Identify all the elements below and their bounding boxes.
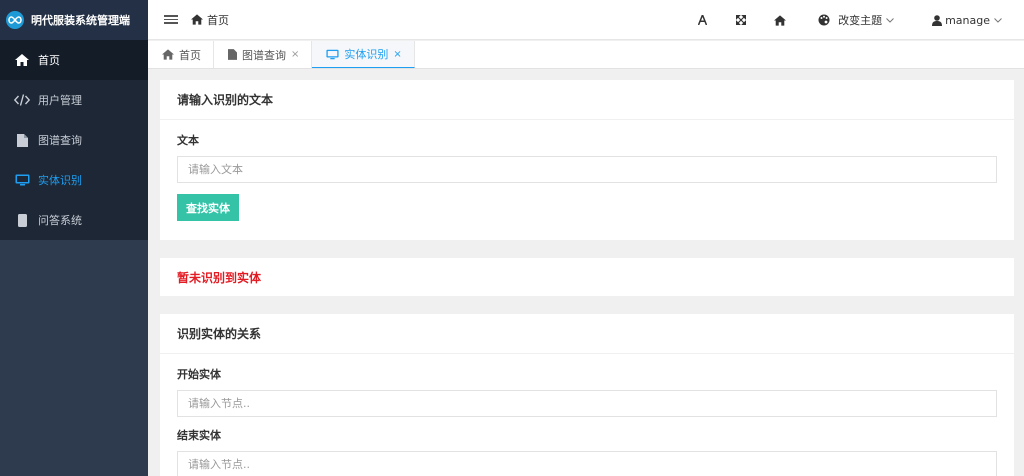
result-card: 暂未识别到实体 (160, 258, 1014, 296)
chevron-down-icon (886, 17, 894, 23)
sidebar-item-label: 图谱查询 (38, 134, 82, 147)
sidebar-menu: 首页 用户管理 图谱查询 实体识别 问答系统 (0, 40, 148, 240)
sidebar-item-qa[interactable]: 问答系统 (0, 200, 148, 240)
logo-icon (6, 11, 24, 29)
fullscreen-icon (736, 15, 747, 25)
home-icon (774, 14, 787, 26)
relation-card: 识别实体的关系 开始实体 结束实体 (160, 314, 1014, 476)
tab-label: 首页 (179, 48, 201, 62)
card-title: 请输入识别的文本 (160, 80, 1014, 120)
menu-toggle-icon[interactable] (164, 13, 178, 26)
home-icon (14, 52, 30, 68)
breadcrumb-label: 首页 (207, 13, 229, 27)
tab-graph-query[interactable]: 图谱查询 × (214, 41, 313, 68)
text-input[interactable] (177, 156, 997, 183)
sidebar-background (0, 240, 148, 476)
user-icon (932, 14, 943, 26)
sidebar-item-label: 实体识别 (38, 174, 82, 187)
app-title: 明代服装系统管理端 (31, 14, 130, 27)
entity-input-card: 请输入识别的文本 文本 查找实体 (160, 80, 1014, 240)
user-label: manage (945, 13, 990, 27)
breadcrumb[interactable]: 首页 (191, 12, 229, 28)
change-theme-button[interactable]: 改变主题 (818, 12, 894, 28)
end-entity-input[interactable] (177, 451, 997, 476)
card-title: 识别实体的关系 (160, 314, 1014, 354)
start-entity-label: 开始实体 (177, 368, 221, 381)
sidebar-item-home[interactable]: 首页 (0, 40, 148, 80)
file-icon (14, 132, 30, 148)
sidebar: 明代服装系统管理端 首页 用户管理 图谱查询 实体识别 问答系统 (0, 0, 148, 476)
file-icon (228, 49, 237, 60)
home-icon (162, 49, 174, 60)
monitor-icon (14, 172, 30, 188)
tab-bar: 首页 图谱查询 × 实体识别 × (148, 41, 1024, 69)
mobile-icon (14, 212, 30, 228)
chevron-down-icon (994, 17, 1002, 23)
tab-label: 图谱查询 (242, 48, 286, 62)
monitor-icon (326, 49, 339, 60)
user-menu-button[interactable]: manage (932, 14, 1002, 27)
font-icon (698, 15, 708, 25)
sidebar-item-label: 问答系统 (38, 214, 82, 227)
header-actions: 改变主题 manage (698, 0, 1024, 40)
sidebar-item-label: 首页 (38, 54, 60, 67)
theme-label: 改变主题 (838, 14, 883, 27)
no-entity-message: 暂未识别到实体 (177, 270, 262, 285)
sidebar-item-label: 用户管理 (38, 94, 82, 107)
close-icon[interactable]: × (393, 49, 401, 60)
tab-home[interactable]: 首页 (148, 41, 214, 68)
font-size-button[interactable] (698, 15, 708, 25)
top-header: 首页 改变主题 manage (148, 0, 1024, 40)
tab-label: 实体识别 (344, 48, 389, 61)
text-field-label: 文本 (177, 134, 199, 147)
home-icon (191, 14, 203, 25)
close-icon[interactable]: × (291, 49, 299, 60)
sidebar-item-graph[interactable]: 图谱查询 (0, 120, 148, 160)
sidebar-item-entity[interactable]: 实体识别 (0, 160, 148, 200)
tab-entity-recognition[interactable]: 实体识别 × (312, 41, 415, 68)
brand: 明代服装系统管理端 (0, 0, 148, 40)
main-content: 请输入识别的文本 文本 查找实体 暂未识别到实体 识别实体的关系 开始实体 结束… (148, 69, 1024, 476)
end-entity-label: 结束实体 (177, 429, 221, 442)
fullscreen-button[interactable] (736, 15, 747, 25)
code-icon (14, 92, 30, 108)
find-entity-button[interactable]: 查找实体 (177, 194, 239, 221)
sidebar-item-users[interactable]: 用户管理 (0, 80, 148, 120)
start-entity-input[interactable] (177, 390, 997, 417)
palette-icon (818, 14, 830, 26)
home-button[interactable] (774, 14, 787, 26)
